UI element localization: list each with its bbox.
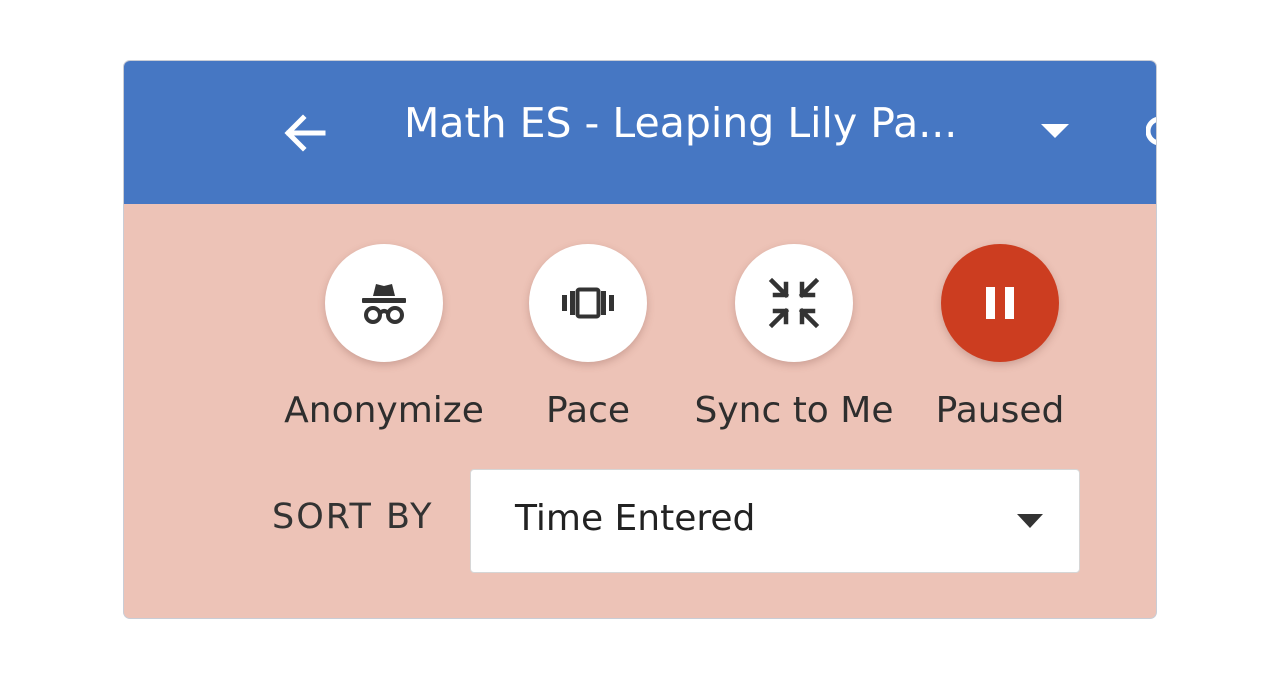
anonymize-button[interactable] [325, 244, 443, 362]
incognito-icon [362, 284, 406, 324]
sync-compress-icon [768, 277, 820, 329]
header-bar: Math ES - Leaping Lily Pa... [124, 61, 1156, 204]
caret-down-icon [1017, 514, 1043, 528]
back-button[interactable] [274, 105, 334, 161]
teacher-dashboard-panel: Math ES - Leaping Lily Pa... Anonymize P… [124, 61, 1156, 618]
tool-paused: Paused [895, 244, 1105, 431]
anonymize-label: Anonymize [284, 390, 484, 431]
lesson-title[interactable]: Math ES - Leaping Lily Pa... [404, 93, 957, 153]
sync-to-me-button[interactable] [735, 244, 853, 362]
tool-anonymize: Anonymize [279, 244, 489, 431]
lesson-dropdown-button[interactable] [1029, 113, 1081, 149]
sort-selected-value: Time Entered [515, 498, 756, 539]
caret-down-icon [1041, 124, 1069, 138]
sort-row: SORT BY Time Entered [124, 469, 1156, 575]
pace-icon [562, 287, 614, 319]
clipped-icon [1146, 117, 1156, 145]
sync-to-me-label: Sync to Me [694, 390, 894, 431]
pace-button[interactable] [529, 244, 647, 362]
tool-buttons-row: Anonymize Pace Sync to Me Paused [124, 204, 1156, 454]
pace-label: Pace [545, 390, 631, 431]
arrow-left-icon [284, 114, 326, 152]
sort-by-select[interactable]: Time Entered [470, 469, 1080, 573]
pause-button[interactable] [941, 244, 1059, 362]
pause-icon [986, 287, 1014, 319]
tool-sync: Sync to Me [689, 244, 899, 431]
tool-pace: Pace [483, 244, 693, 431]
sort-by-label: SORT BY [272, 497, 434, 537]
paused-label: Paused [935, 390, 1065, 431]
